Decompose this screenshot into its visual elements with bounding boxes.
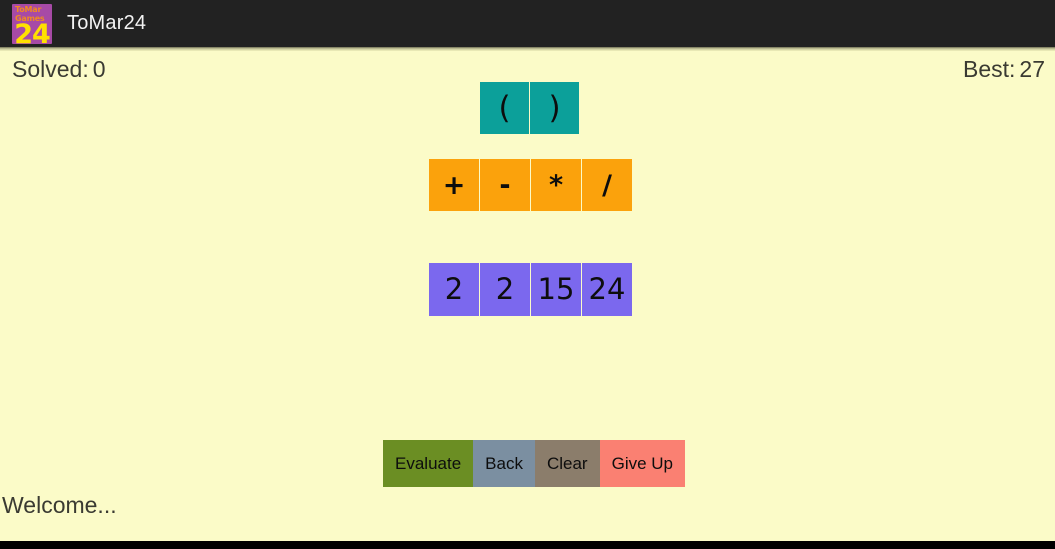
number-button-row: 2 2 15 24 — [429, 263, 632, 316]
solved-label: Solved: — [12, 55, 89, 82]
give-up-button[interactable]: Give Up — [599, 440, 686, 487]
evaluate-button[interactable]: Evaluate — [383, 440, 474, 487]
solved-value: 0 — [92, 55, 106, 82]
back-button[interactable]: Back — [473, 440, 535, 487]
best-value: 27 — [1019, 55, 1045, 82]
operator-divide-button[interactable]: / — [582, 159, 632, 211]
operator-button-row: + - * / — [429, 159, 632, 211]
icon-number-24: 24 — [14, 18, 51, 44]
paren-open-button[interactable]: ( — [480, 82, 529, 134]
paren-close-button[interactable]: ) — [530, 82, 579, 134]
number-button-3[interactable]: 15 — [531, 263, 581, 316]
parenthesis-button-row: ( ) — [480, 82, 579, 134]
best-counter: Best: 27 — [963, 56, 1045, 83]
clear-button[interactable]: Clear — [534, 440, 600, 487]
system-nav-strip — [0, 541, 1055, 549]
action-button-row: Evaluate Back Clear Give Up — [383, 440, 686, 487]
app-window: ToMar Games 24 ToMar24 Solved: 0 Best: 27 … — [0, 0, 1055, 549]
solved-counter: Solved: 0 — [12, 56, 106, 83]
message-line: Welcome... — [2, 491, 117, 518]
best-label: Best: — [962, 55, 1016, 82]
operator-multiply-button[interactable]: * — [531, 159, 581, 211]
operator-plus-button[interactable]: + — [429, 159, 479, 211]
operator-minus-button[interactable]: - — [480, 159, 530, 211]
icon-brand-line1: ToMar — [15, 4, 42, 14]
app-title: ToMar24 — [67, 12, 147, 34]
number-button-1[interactable]: 2 — [429, 263, 479, 316]
tomar24-app-icon: ToMar Games 24 — [12, 3, 52, 44]
number-button-4[interactable]: 24 — [582, 263, 632, 316]
number-button-2[interactable]: 2 — [480, 263, 530, 316]
title-bar: ToMar Games 24 ToMar24 — [0, 0, 1055, 47]
